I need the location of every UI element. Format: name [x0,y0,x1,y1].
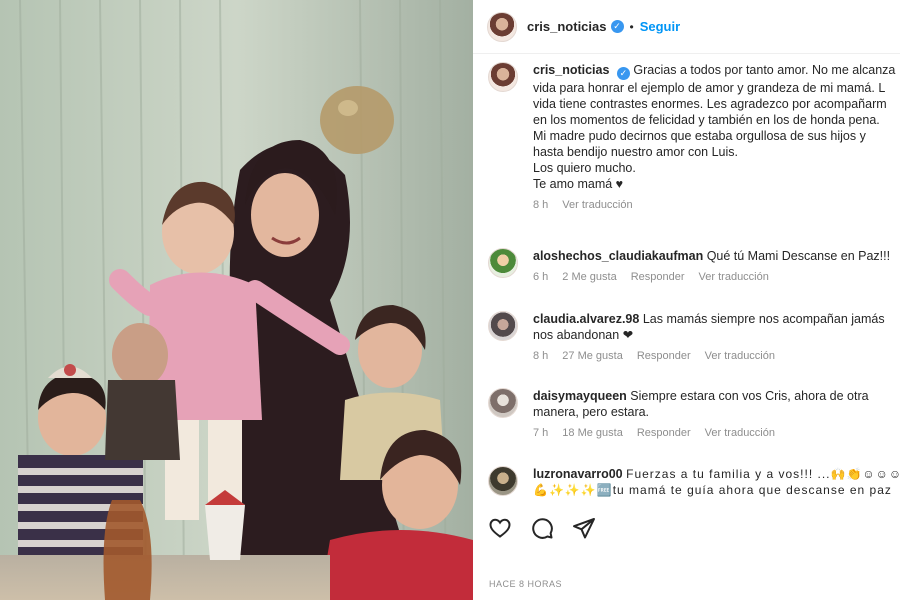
commenter-avatar[interactable] [488,466,518,496]
caption-text: cris_noticias ✓ Gracias a todos por tant… [533,62,895,192]
commenter-username[interactable]: luzronavarro00 [533,467,623,481]
caption-line: Gracias a todos por tanto amor. No me al… [633,63,896,77]
author-avatar[interactable] [487,11,517,42]
post-sidebar: cris_noticias ✓ • Seguir cris_noticias ✓… [473,0,900,600]
commenter-avatar[interactable] [488,388,518,418]
post-timestamp: HACE 8 HORAS [489,579,563,589]
follow-button[interactable]: Seguir [640,19,680,34]
see-translation-link[interactable]: Ver traducción [705,427,775,439]
comment-meta: 7 h 18 Me gusta Responder Ver traducción [533,427,869,439]
reply-button[interactable]: Responder [631,271,685,283]
comment-body: 💪✨✨✨🆓tu mamá te guía ahora que descanse … [533,483,892,497]
comment-body: Las mamás siempre nos acompañan jamás [642,312,885,326]
comment-body: Qué tú Mami Descanse en Paz!!! [706,249,891,263]
heart-icon[interactable] [488,516,512,543]
caption-line: Los quiero mucho. [533,161,636,175]
caption-line: Mi madre pudo decirnos que estaba orgull… [533,129,866,143]
comment-meta: 8 h 27 Me gusta Responder Ver traducción [533,350,885,362]
commenter-username[interactable]: claudia.alvarez.98 [533,312,639,326]
comment-likes[interactable]: 2 Me gusta [562,271,616,283]
reply-button[interactable]: Responder [637,427,691,439]
comment-text: aloshechos_claudiakaufman Qué tú Mami De… [533,248,890,264]
caption-author-avatar[interactable] [488,62,518,92]
caption-line: en los momentos de felicidad y también e… [533,113,880,127]
caption: cris_noticias ✓ Gracias a todos por tant… [473,62,900,211]
author-username[interactable]: cris_noticias [527,19,607,34]
comment: luzronavarro00 Fuerzas a tu familia y a … [473,466,900,498]
comment-likes[interactable]: 18 Me gusta [562,427,623,439]
commenter-avatar[interactable] [488,248,518,278]
post-actions [488,516,596,543]
verified-badge-icon: ✓ [610,20,624,33]
caption-time: 8 h [533,199,549,211]
comment-likes[interactable]: 27 Me gusta [562,350,623,362]
family-photo-illustration [0,0,473,600]
comment-body: Siempre estara con vos Cris, ahora de ot… [630,389,869,403]
commenter-username[interactable]: daisymayqueen [533,389,627,403]
comment-time: 6 h [533,271,549,283]
comment-time: 8 h [533,350,549,362]
post-photo[interactable] [0,0,473,600]
comment-text: luzronavarro00 Fuerzas a tu familia y a … [533,466,900,498]
comments-list: cris_noticias ✓ Gracias a todos por tant… [473,62,900,497]
see-translation-link[interactable]: Ver traducción [562,199,632,211]
verified-badge-icon: ✓ [616,67,630,80]
comment: aloshechos_claudiakaufman Qué tú Mami De… [473,248,900,283]
commenter-username[interactable]: aloshechos_claudiakaufman [533,249,703,263]
caption-username[interactable]: cris_noticias [533,63,609,77]
caption-meta: 8 h Ver traducción [533,199,886,211]
comment-body: manera, pero estara. [533,405,650,419]
caption-line: vida tiene contrastes enormes. Les agrad… [533,97,887,111]
caption-line: vida para honrar el ejemplo de amor y gr… [533,81,886,95]
caption-line: hasta bendijo nuestro amor con Luis. [533,145,738,159]
instagram-post: cris_noticias ✓ • Seguir cris_noticias ✓… [0,0,900,600]
comment-text: claudia.alvarez.98 Las mamás siempre nos… [533,311,885,343]
comment-meta: 6 h 2 Me gusta Responder Ver traducción [533,271,890,283]
comment: claudia.alvarez.98 Las mamás siempre nos… [473,311,899,362]
reply-button[interactable]: Responder [637,350,691,362]
see-translation-link[interactable]: Ver traducción [699,271,769,283]
post-header: cris_noticias ✓ • Seguir [473,0,900,54]
comment-text: daisymayqueen Siempre estara con vos Cri… [533,388,869,420]
comment-body: nos abandonan ❤ [533,328,634,342]
separator-dot: • [629,19,634,34]
share-icon[interactable] [572,516,596,543]
see-translation-link[interactable]: Ver traducción [705,350,775,362]
comment-icon[interactable] [530,516,554,543]
comment-time: 7 h [533,427,549,439]
caption-line: Te amo mamá ♥ [533,177,624,191]
comment: daisymayqueen Siempre estara con vos Cri… [473,388,883,439]
commenter-avatar[interactable] [488,311,518,341]
comment-body: Fuerzas a tu familia y a vos!!! ...🙌👏☺☺☺… [626,467,900,481]
